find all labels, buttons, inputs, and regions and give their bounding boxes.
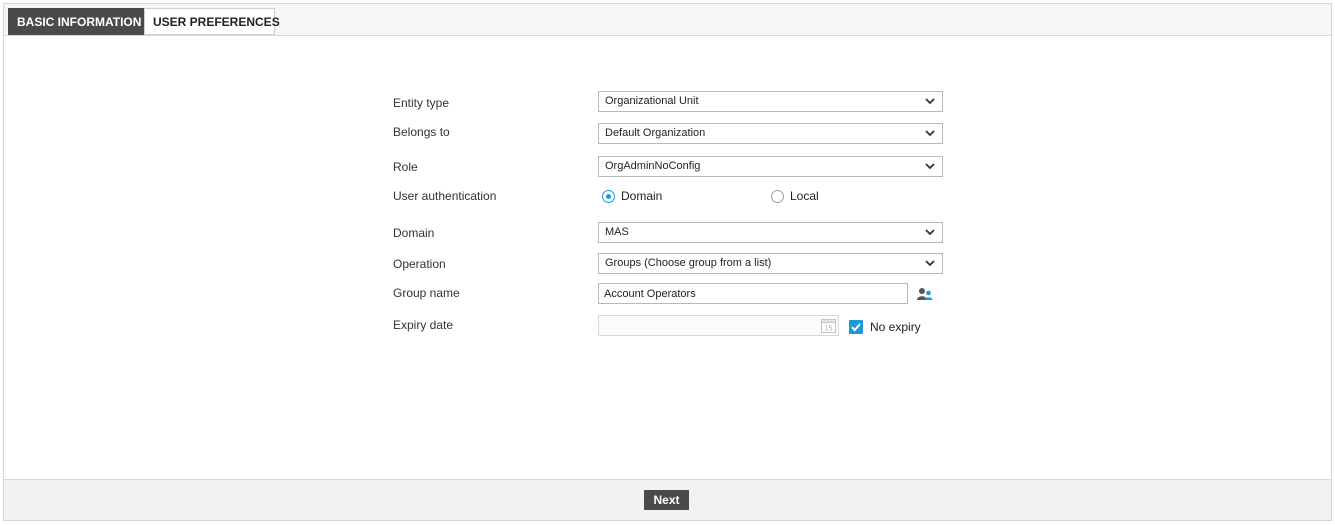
group-name-label: Group name	[393, 286, 460, 300]
expiry-date-input[interactable]: 15	[598, 315, 839, 336]
entity-type-value: Organizational Unit	[605, 95, 699, 107]
calendar-icon[interactable]: 15	[821, 318, 836, 333]
domain-value: MAS	[605, 226, 629, 238]
chevron-down-icon	[925, 124, 937, 143]
belongs-to-value: Default Organization	[605, 127, 706, 139]
chevron-down-icon	[925, 223, 937, 242]
entity-type-label: Entity type	[393, 96, 450, 110]
role-label: Role	[393, 160, 418, 174]
footer-bar: Next	[4, 479, 1331, 520]
chevron-down-icon	[925, 254, 937, 273]
belongs-to-label: Belongs to	[393, 125, 450, 139]
chevron-down-icon	[925, 157, 937, 176]
user-authentication-label: User authentication	[393, 189, 497, 203]
domain-select[interactable]: MAS	[598, 222, 943, 243]
radio-local-label: Local	[790, 189, 819, 203]
radio-local-indicator[interactable]	[771, 190, 784, 203]
role-value: OrgAdminNoConfig	[605, 160, 701, 172]
belongs-to-select[interactable]: Default Organization	[598, 123, 943, 144]
operation-select[interactable]: Groups (Choose group from a list)	[598, 253, 943, 274]
expiry-date-label: Expiry date	[393, 318, 454, 332]
tab-basic-information[interactable]: BASIC INFORMATION	[8, 8, 144, 35]
chevron-down-icon	[925, 92, 937, 111]
radio-domain-indicator[interactable]	[602, 190, 615, 203]
group-select-icon[interactable]	[917, 287, 933, 301]
entity-type-select[interactable]: Organizational Unit	[598, 91, 943, 112]
operation-value: Groups (Choose group from a list)	[605, 257, 772, 269]
no-expiry-label: No expiry	[870, 320, 921, 334]
role-select[interactable]: OrgAdminNoConfig	[598, 156, 943, 177]
tab-user-preferences[interactable]: USER PREFERENCES	[144, 8, 280, 35]
main-panel: BASIC INFORMATION USER PREFERENCES Entit…	[3, 3, 1332, 521]
next-button[interactable]: Next	[644, 490, 689, 510]
group-name-input[interactable]	[598, 283, 908, 304]
radio-domain-label: Domain	[621, 189, 663, 203]
domain-label: Domain	[393, 226, 435, 240]
operation-label: Operation	[393, 257, 446, 271]
tab-bar: BASIC INFORMATION USER PREFERENCES	[4, 4, 1331, 36]
calendar-day-text: 15	[825, 326, 833, 333]
no-expiry-check-indicator[interactable]	[849, 320, 863, 334]
